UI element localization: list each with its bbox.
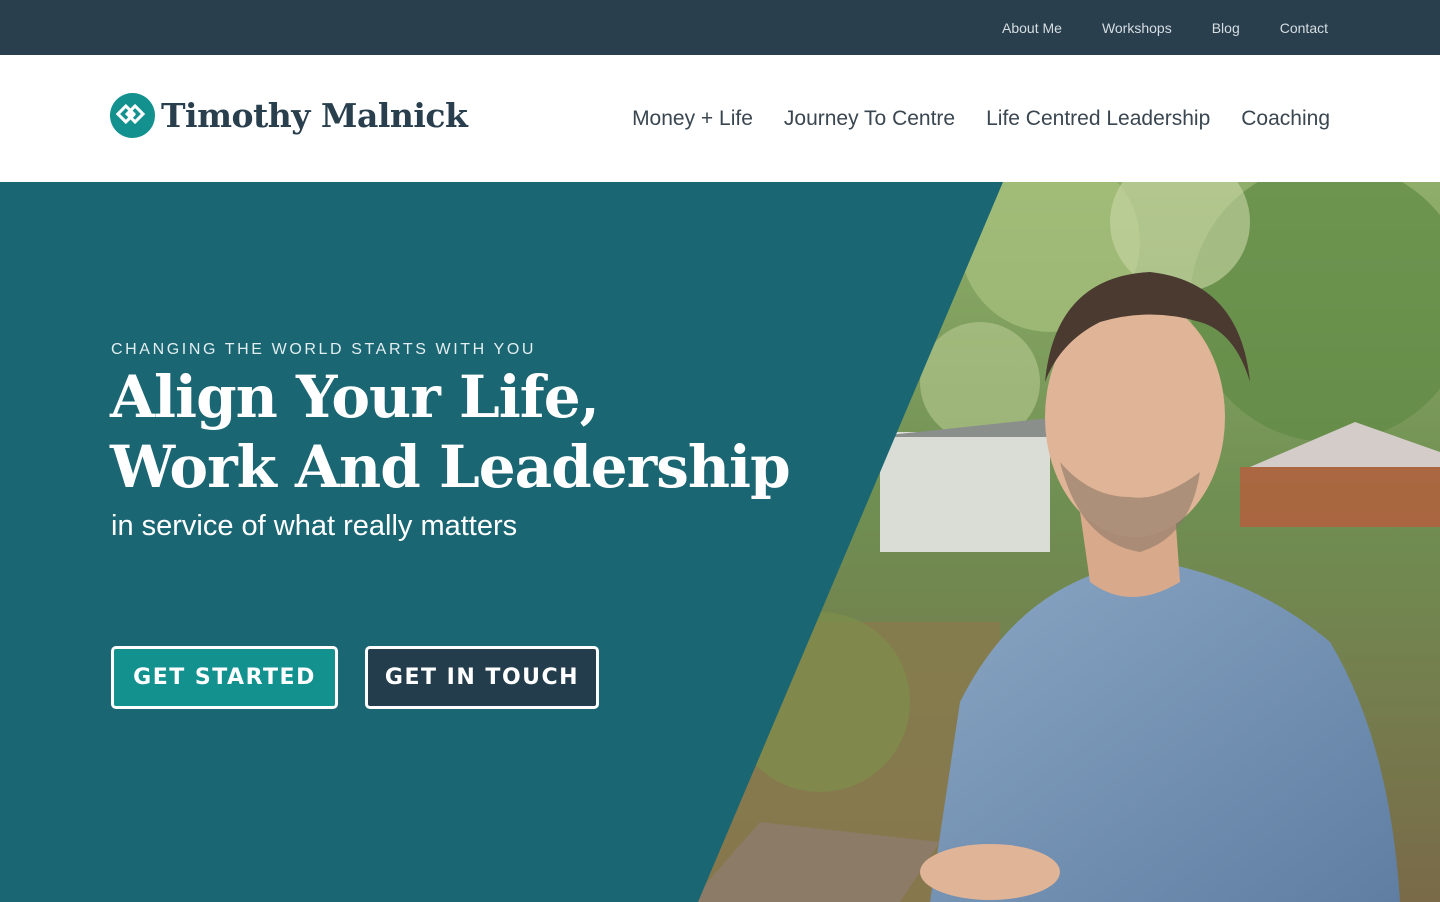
brand-name: Timothy Malnick: [161, 96, 468, 135]
hero-section: CHANGING THE WORLD STARTS WITH YOU Align…: [0, 182, 1440, 902]
nav-link-coaching[interactable]: Coaching: [1241, 107, 1330, 131]
hero-headline-line-2: Work And Leadership: [110, 433, 791, 501]
site-header: Timothy Malnick Money + Life Journey To …: [0, 55, 1440, 182]
utility-nav: About Me Workshops Blog Contact: [1002, 0, 1328, 55]
hero-headline-line-1: Align Your Life,: [110, 363, 600, 431]
nav-link-money-life[interactable]: Money + Life: [632, 107, 753, 131]
main-nav: Money + Life Journey To Centre Life Cent…: [632, 55, 1330, 182]
hero-eyebrow: CHANGING THE WORLD STARTS WITH YOU: [111, 341, 537, 358]
utility-link-about-me[interactable]: About Me: [1002, 20, 1062, 36]
nav-link-life-centred-leadership[interactable]: Life Centred Leadership: [986, 107, 1210, 131]
get-started-button[interactable]: GET STARTED: [111, 646, 338, 709]
nav-link-journey-to-centre[interactable]: Journey To Centre: [784, 107, 955, 131]
hero-subhead: in service of what really matters: [111, 510, 518, 542]
utility-link-contact[interactable]: Contact: [1280, 20, 1328, 36]
utility-link-blog[interactable]: Blog: [1212, 20, 1240, 36]
utility-link-workshops[interactable]: Workshops: [1102, 20, 1172, 36]
brand-home-link[interactable]: Timothy Malnick: [110, 93, 468, 138]
top-utility-bar: About Me Workshops Blog Contact: [0, 0, 1440, 55]
get-in-touch-button[interactable]: GET IN TOUCH: [365, 646, 599, 709]
hero-headline: Align Your Life, Work And Leadership: [110, 362, 791, 502]
diamond-knot-logo-icon: [110, 93, 155, 138]
